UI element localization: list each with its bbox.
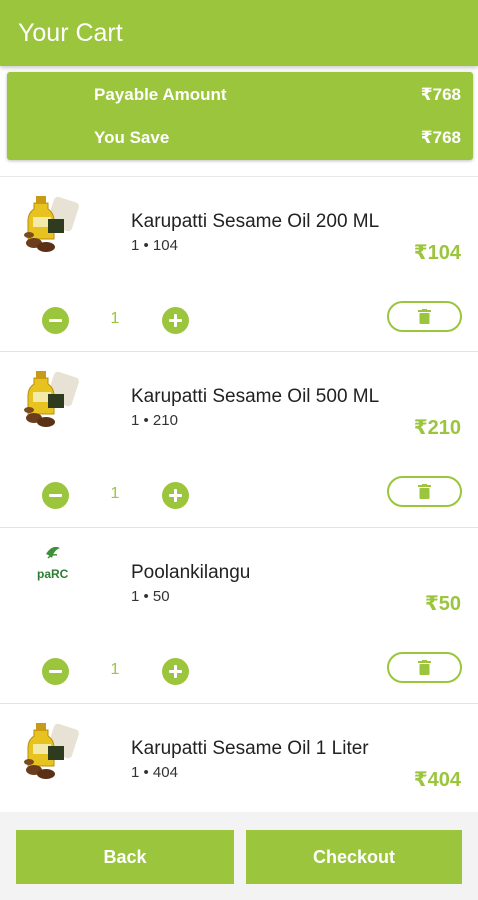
- decrease-quantity-button[interactable]: [42, 658, 69, 685]
- payable-amount-row: Payable Amount ₹768: [94, 85, 461, 105]
- svg-text:paRC: paRC: [37, 567, 69, 581]
- you-save-row: You Save ₹768: [94, 128, 461, 148]
- minus-icon: [49, 319, 62, 322]
- cart-item: paRC Poolankilangu 1 • 50 ₹50 1: [0, 528, 478, 704]
- sesame-oil-product-icon: [24, 371, 79, 427]
- product-name: Karupatti Sesame Oil 500 ML: [131, 386, 380, 407]
- product-name: Karupatti Sesame Oil 200 ML: [131, 211, 380, 232]
- item-total-price: ₹50: [424, 593, 461, 615]
- cart-item: Karupatti Sesame Oil 200 ML 1 • 104 ₹104…: [0, 176, 478, 352]
- increase-quantity-button[interactable]: [162, 658, 189, 685]
- delete-item-button[interactable]: [387, 652, 462, 683]
- quantity-value: 1: [110, 485, 120, 502]
- sesame-oil-product-icon: [24, 723, 79, 779]
- sesame-oil-product-icon: [24, 196, 79, 252]
- trash-icon: [418, 309, 431, 324]
- payable-amount-label: Payable Amount: [94, 85, 227, 104]
- quantity-unit-price: 1 • 104: [131, 237, 178, 254]
- increase-quantity-button[interactable]: [162, 482, 189, 509]
- quantity-unit-price: 1 • 50: [131, 588, 170, 605]
- payable-amount-value: ₹768: [420, 85, 461, 104]
- trash-icon: [418, 660, 431, 675]
- quantity-value: 1: [110, 661, 120, 678]
- page-title: Your Cart: [18, 18, 123, 47]
- cart-item: Karupatti Sesame Oil 1 Liter 1 • 404 ₹40…: [0, 704, 478, 812]
- item-total-price: ₹404: [413, 769, 461, 791]
- product-name: Poolankilangu: [131, 562, 251, 583]
- item-total-price: ₹104: [413, 242, 461, 264]
- you-save-value: ₹768: [420, 128, 461, 147]
- item-total-price: ₹210: [413, 417, 461, 439]
- quantity-unit-price: 1 • 404: [131, 764, 178, 781]
- increase-quantity-button[interactable]: [162, 307, 189, 334]
- parc-logo: paRC: [37, 546, 69, 581]
- minus-icon: [49, 670, 62, 673]
- trash-icon: [418, 484, 431, 499]
- you-save-label: You Save: [94, 128, 170, 147]
- app-header: Your Cart: [0, 0, 478, 66]
- decrease-quantity-button[interactable]: [42, 307, 69, 334]
- cart-summary-card: Payable Amount ₹768 You Save ₹768: [7, 72, 473, 160]
- minus-icon: [49, 494, 62, 497]
- cart-footer: Back Checkout: [0, 812, 478, 900]
- delete-item-button[interactable]: [387, 476, 462, 507]
- delete-item-button[interactable]: [387, 301, 462, 332]
- back-button[interactable]: Back: [16, 830, 234, 884]
- quantity-value: 1: [110, 310, 120, 327]
- cart-item: Karupatti Sesame Oil 500 ML 1 • 210 ₹210…: [0, 352, 478, 528]
- decrease-quantity-button[interactable]: [42, 482, 69, 509]
- checkout-button[interactable]: Checkout: [246, 830, 462, 884]
- cart-item-list[interactable]: Karupatti Sesame Oil 200 ML 1 • 104 ₹104…: [0, 176, 478, 812]
- quantity-unit-price: 1 • 210: [131, 412, 178, 429]
- product-name: Karupatti Sesame Oil 1 Liter: [131, 738, 369, 759]
